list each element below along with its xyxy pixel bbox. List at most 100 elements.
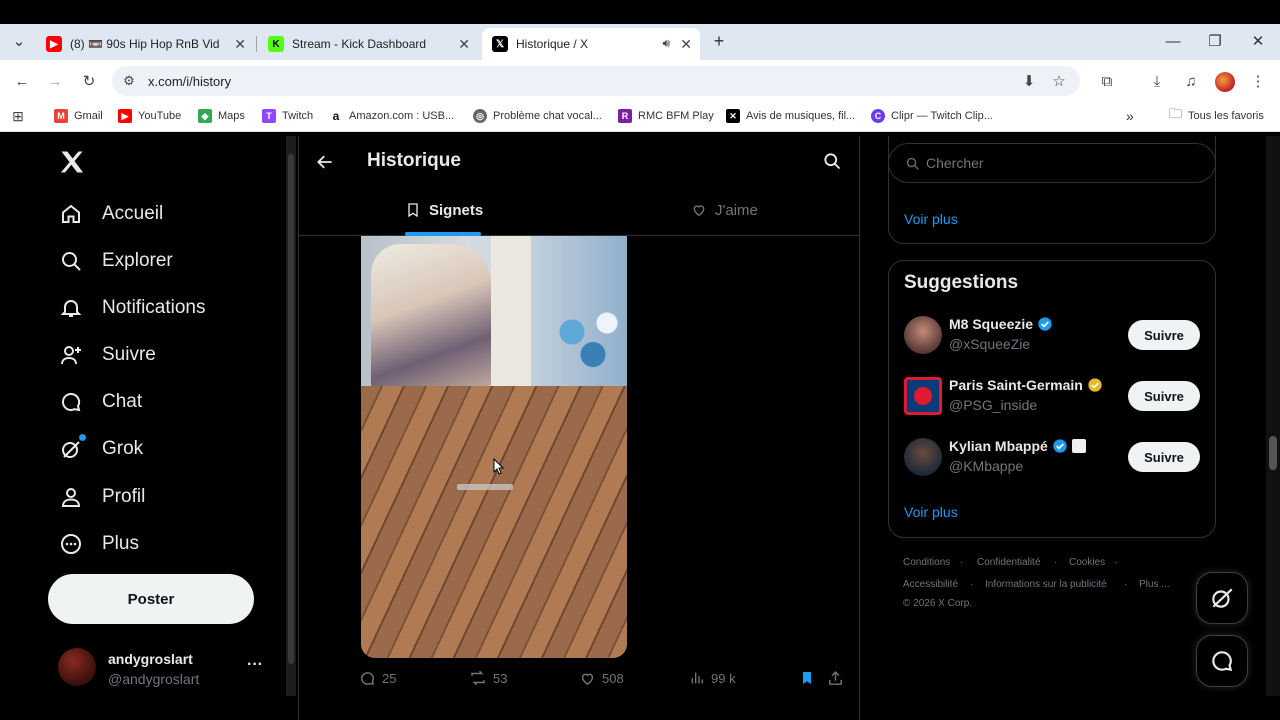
repost-icon	[471, 670, 485, 686]
sidebar-item-grok[interactable]: Grok	[58, 431, 143, 467]
follow-button[interactable]: Suivre	[1128, 381, 1200, 411]
tab-jaime[interactable]: J'aime	[691, 200, 758, 220]
tab-kick[interactable]: K Stream - Kick Dashboard ✕	[258, 28, 478, 60]
suggestion-item[interactable]: M8 Squeezie @xSqueeZie Suivre	[904, 314, 1202, 358]
x-logo-icon: 𝕏	[492, 36, 508, 52]
share-button[interactable]	[827, 668, 850, 688]
sidebar-item-label: Suivre	[102, 344, 156, 365]
suggestion-item[interactable]: Kylian Mbappé @KMbappe Suivre	[904, 436, 1202, 480]
apps-grid-icon[interactable]: ⊞	[7, 105, 29, 127]
new-tab-button[interactable]: +	[708, 30, 730, 52]
chat-fab-button[interactable]	[1196, 635, 1248, 687]
speaker-icon[interactable]: 🔊︎	[662, 36, 670, 51]
voir-plus-link[interactable]: Voir plus	[904, 211, 958, 227]
sidebar-item-explorer[interactable]: Explorer	[58, 243, 173, 279]
tab-search-icon[interactable]: ⌄	[8, 30, 30, 52]
bookmark-amazon[interactable]: a Amazon.com : USB...	[329, 107, 454, 125]
footer-link-accessibilite[interactable]: Accessibilité	[903, 579, 958, 590]
post-button[interactable]: Poster	[48, 574, 254, 624]
post-media-video[interactable]	[361, 236, 627, 658]
suggestion-item[interactable]: Paris Saint-Germain @PSG_inside Suivre	[904, 375, 1202, 419]
affiliate-badge-icon	[1071, 439, 1086, 453]
amazon-icon: a	[329, 109, 343, 123]
footer-link-infos-pub[interactable]: Informations sur la publicité	[985, 579, 1107, 590]
follow-button[interactable]: Suivre	[1128, 320, 1200, 350]
footer-link-cookies[interactable]: Cookies	[1069, 557, 1105, 568]
bookmark-label: Amazon.com : USB...	[349, 110, 455, 122]
chat-bubble-icon	[58, 389, 84, 415]
close-icon[interactable]: ✕	[234, 36, 246, 53]
address-bar[interactable]	[112, 66, 1080, 96]
bookmark-twitch[interactable]: T Twitch	[262, 107, 313, 125]
account-name[interactable]: andygroslart	[108, 651, 193, 667]
tab-signets[interactable]: Signets	[405, 200, 483, 220]
reload-icon[interactable]: ↻	[78, 70, 100, 92]
sidebar-item-profil[interactable]: Profil	[58, 479, 145, 515]
repost-button[interactable]: 53	[469, 668, 507, 688]
scrollbar-left[interactable]	[286, 136, 296, 696]
sidebar-item-plus[interactable]: Plus	[58, 526, 139, 562]
sidebar-item-accueil[interactable]: Accueil	[58, 196, 163, 232]
avatar[interactable]	[904, 438, 942, 476]
more-bookmarks-icon[interactable]: »	[1126, 107, 1134, 125]
youtube-icon: ▶	[118, 109, 132, 123]
tab-separator	[256, 36, 257, 52]
sidebar-item-suivre[interactable]: Suivre	[58, 337, 156, 373]
avatar[interactable]	[904, 316, 942, 354]
bookmark-label: Problème chat vocal...	[493, 110, 602, 122]
follow-button[interactable]: Suivre	[1128, 442, 1200, 472]
all-bookmarks-folder[interactable]: 🗀 Tous les favoris	[1169, 106, 1264, 125]
psg-logo-icon[interactable]	[904, 377, 942, 415]
scrollbar-thumb[interactable]	[288, 154, 294, 664]
media-controls-icon[interactable]: ♫	[1180, 70, 1202, 92]
forward-icon[interactable]: →	[44, 70, 66, 92]
bookmark-clipr[interactable]: C Clipr — Twitch Clip...	[871, 107, 993, 125]
like-button[interactable]: 508	[579, 668, 624, 688]
bookmark-avis-musiques[interactable]: ✕ Avis de musiques, fil...	[726, 107, 855, 125]
bookmark-youtube[interactable]: ▶ YouTube	[118, 107, 181, 125]
downloads-icon[interactable]: ⤓	[1146, 70, 1168, 92]
reply-button[interactable]: 25	[359, 668, 396, 688]
bookmark-rmc[interactable]: R RMC BFM Play	[618, 107, 714, 125]
sidebar-item-notifications[interactable]: Notifications	[58, 290, 206, 326]
bookmark-button[interactable]	[799, 668, 821, 688]
tab-x-history[interactable]: 𝕏 Historique / X 🔊︎ ✕	[482, 28, 700, 60]
bookmark-probleme-chat[interactable]: ◎ Problème chat vocal...	[473, 107, 602, 125]
minimize-button[interactable]: —	[1162, 30, 1184, 52]
account-avatar[interactable]	[58, 648, 96, 686]
back-arrow-icon[interactable]	[315, 152, 335, 172]
suggestions-title: Suggestions	[904, 272, 1019, 293]
sidebar-item-chat[interactable]: Chat	[58, 384, 142, 420]
close-icon[interactable]: ✕	[680, 36, 692, 53]
restore-button[interactable]: ❐	[1204, 30, 1226, 52]
suggestion-name[interactable]: Paris Saint-Germain	[949, 377, 1103, 393]
close-window-button[interactable]: ✕	[1247, 30, 1269, 52]
person-icon	[58, 484, 84, 510]
voir-plus-link[interactable]: Voir plus	[904, 504, 958, 520]
suggestion-name[interactable]: M8 Squeezie	[949, 316, 1053, 332]
account-menu-icon[interactable]: ···	[247, 656, 263, 674]
bookmark-gmail[interactable]: M Gmail	[54, 107, 103, 125]
like-count: 508	[602, 670, 624, 686]
tab-youtube[interactable]: ▶ (8) 📼 90s Hip Hop RnB Video ✕	[36, 28, 254, 60]
views-button[interactable]: 99 k	[689, 668, 736, 688]
scrollbar-thumb[interactable]	[1269, 436, 1277, 470]
close-icon[interactable]: ✕	[458, 36, 470, 53]
suggestion-name[interactable]: Kylian Mbappé	[949, 438, 1086, 454]
scrollbar-right[interactable]	[1266, 136, 1280, 696]
footer-link-plus[interactable]: Plus ...	[1139, 579, 1170, 590]
install-app-icon[interactable]: ⬇	[1018, 70, 1040, 92]
site-info-icon[interactable]: ⚙	[118, 70, 140, 92]
gmail-icon: M	[54, 109, 68, 123]
bookmark-maps[interactable]: ◆ Maps	[198, 107, 245, 125]
footer-link-confidentialite[interactable]: Confidentialité	[977, 557, 1040, 568]
menu-icon[interactable]: ⋮	[1247, 70, 1269, 92]
profile-avatar[interactable]	[1215, 72, 1235, 92]
grok-fab-button[interactable]	[1196, 572, 1248, 624]
search-icon[interactable]	[822, 151, 842, 171]
footer-link-conditions[interactable]: Conditions	[903, 557, 950, 568]
x-logo-icon[interactable]	[58, 148, 86, 176]
bookmark-star-icon[interactable]: ☆	[1048, 70, 1070, 92]
extensions-icon[interactable]: ⧉	[1096, 70, 1118, 92]
back-icon[interactable]: ←	[11, 70, 33, 92]
